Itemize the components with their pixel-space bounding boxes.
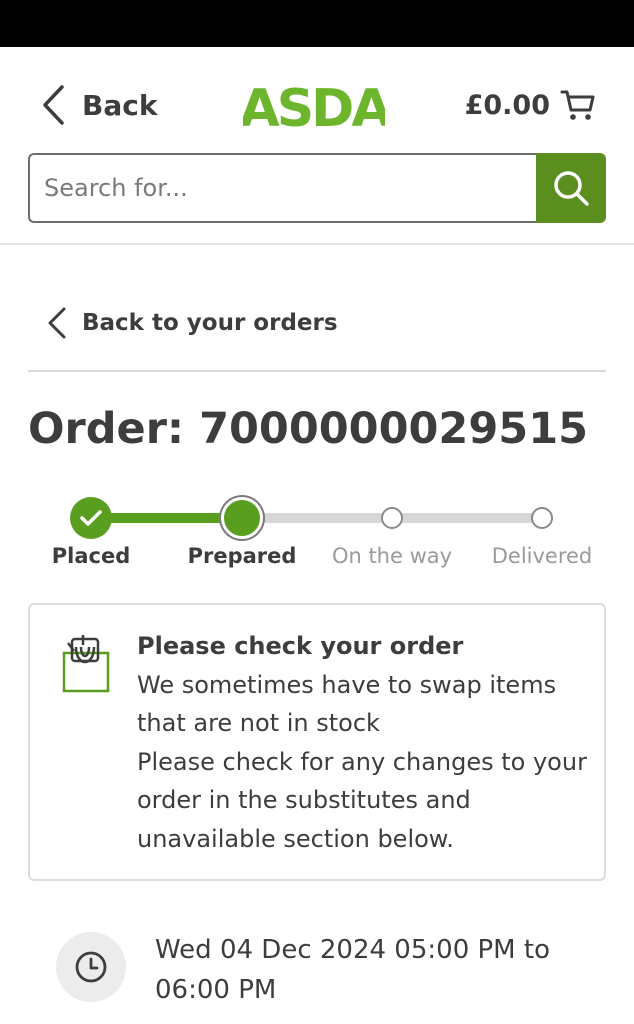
search-button[interactable] — [536, 153, 606, 223]
asda-logo[interactable]: ASDA — [243, 81, 385, 129]
divider — [28, 370, 606, 372]
delivery-slot: Wed 04 Dec 2024 05:00 PM to 06:00 PM — [56, 930, 616, 1024]
step-delivered-label: Delivered — [491, 544, 593, 568]
step-prepared-node — [221, 497, 263, 539]
search-input[interactable] — [28, 153, 536, 223]
back-to-orders-link[interactable]: Back to your orders — [46, 302, 338, 344]
logo-text: ASDA — [243, 81, 385, 129]
order-title: Order: 7000000029515 — [28, 404, 589, 454]
search-icon — [554, 171, 589, 206]
clock-icon — [75, 951, 107, 983]
step-on-the-way-node — [381, 507, 403, 529]
clock-icon-badge — [56, 932, 126, 1002]
progress-fill — [91, 513, 241, 523]
notice-line-1: We sometimes have to swap items that are… — [137, 670, 557, 738]
shopping-bag-icon — [62, 635, 110, 693]
cart-icon — [560, 90, 595, 120]
chevron-left-icon — [43, 85, 64, 125]
back-button[interactable]: Back — [40, 83, 157, 127]
step-on-the-way-label: On the way — [331, 544, 453, 568]
notice-line-2: Please check for any changes to your ord… — [137, 747, 587, 853]
step-placed-label: Placed — [51, 544, 131, 568]
cart-amount: £0.00 — [464, 89, 550, 121]
header: Back ASDA £0.00 — [0, 47, 634, 245]
back-button-label: Back — [82, 88, 158, 122]
notice-heading: Please check your order — [137, 632, 464, 660]
check-icon — [80, 510, 102, 526]
order-progress-tracker: Placed Prepared On the way Delivered — [0, 492, 634, 582]
back-to-orders-label: Back to your orders — [82, 310, 338, 336]
check-order-notice: Please check your order We sometimes hav… — [28, 603, 606, 881]
step-prepared-label: Prepared — [187, 544, 297, 568]
status-bar — [0, 0, 634, 47]
step-delivered-node — [531, 507, 553, 529]
delivery-slot-text: Wed 04 Dec 2024 05:00 PM to 06:00 PM — [155, 935, 550, 1005]
search-bar — [28, 153, 606, 223]
step-placed-node — [70, 497, 112, 539]
chevron-left-icon — [48, 307, 66, 339]
cart-button[interactable]: £0.00 — [465, 85, 596, 125]
